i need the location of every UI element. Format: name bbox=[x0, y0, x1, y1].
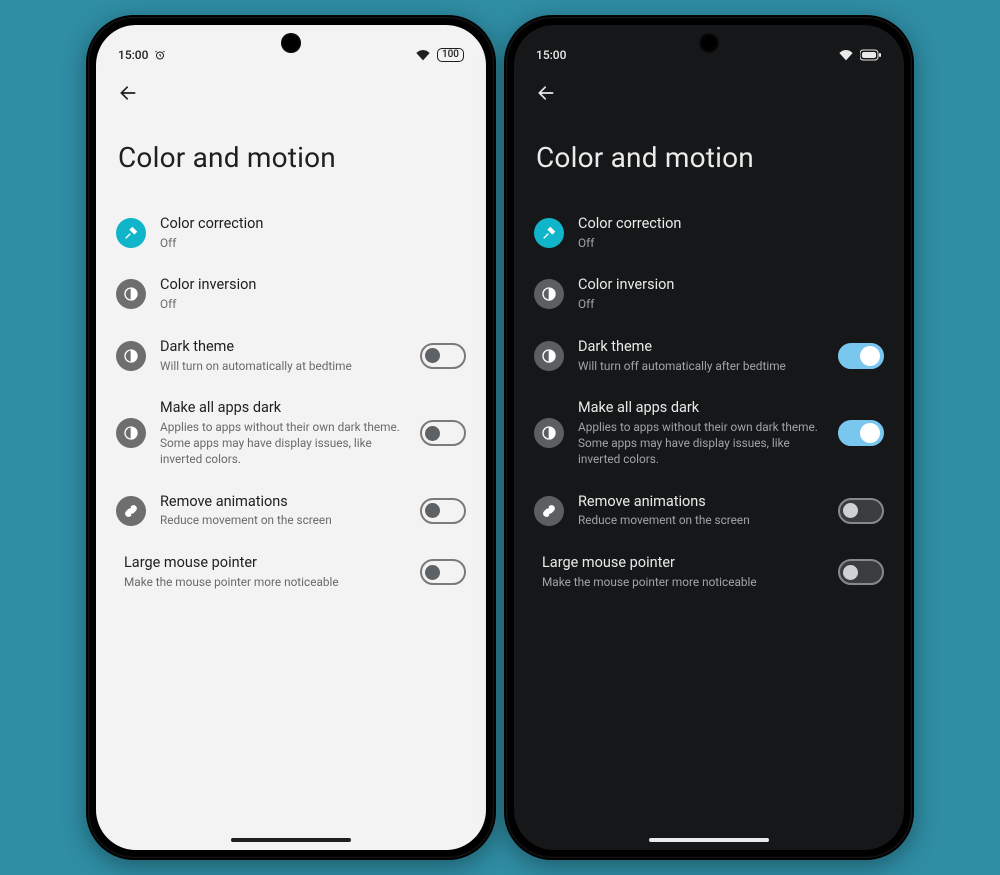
phone-dark: 15:00 Color and motion bbox=[504, 15, 914, 860]
row-make-all-apps-dark[interactable]: Make all apps dark Applies to apps witho… bbox=[104, 386, 478, 479]
wifi-icon bbox=[838, 49, 854, 61]
eyedropper-icon bbox=[534, 218, 564, 248]
row-title: Remove animations bbox=[578, 492, 824, 512]
row-subtitle: Reduce movement on the screen bbox=[578, 513, 824, 529]
row-subtitle: Reduce movement on the screen bbox=[160, 513, 406, 529]
row-subtitle: Will turn off automatically after bedtim… bbox=[578, 359, 824, 375]
page-title: Color and motion bbox=[514, 115, 904, 202]
row-subtitle: Will turn on automatically at bedtime bbox=[160, 359, 406, 375]
row-make-all-apps-dark[interactable]: Make all apps dark Applies to apps witho… bbox=[522, 386, 896, 479]
eyedropper-icon bbox=[116, 218, 146, 248]
screen-dark: 15:00 Color and motion bbox=[514, 25, 904, 850]
row-dark-theme[interactable]: Dark theme Will turn off automatically a… bbox=[522, 325, 896, 386]
row-large-mouse-pointer[interactable]: Large mouse pointer Make the mouse point… bbox=[522, 541, 896, 602]
row-subtitle: Applies to apps without their own dark t… bbox=[160, 420, 406, 468]
row-color-correction[interactable]: Color correction Off bbox=[104, 202, 478, 263]
row-title: Large mouse pointer bbox=[124, 553, 406, 573]
large-mouse-pointer-toggle[interactable] bbox=[420, 559, 466, 585]
dark-theme-toggle[interactable] bbox=[420, 343, 466, 369]
battery-icon bbox=[860, 49, 882, 61]
settings-list: Color correction Off Color inversion Off bbox=[514, 202, 904, 603]
app-bar bbox=[514, 71, 904, 115]
row-title: Color correction bbox=[160, 214, 466, 234]
link-icon bbox=[534, 496, 564, 526]
status-time: 15:00 bbox=[536, 48, 566, 62]
row-large-mouse-pointer[interactable]: Large mouse pointer Make the mouse point… bbox=[104, 541, 478, 602]
row-remove-animations[interactable]: Remove animations Reduce movement on the… bbox=[104, 480, 478, 541]
gesture-nav-pill[interactable] bbox=[649, 838, 769, 842]
row-title: Make all apps dark bbox=[578, 398, 824, 418]
row-subtitle: Applies to apps without their own dark t… bbox=[578, 420, 824, 468]
contrast-icon bbox=[116, 279, 146, 309]
row-title: Dark theme bbox=[160, 337, 406, 357]
remove-animations-toggle[interactable] bbox=[420, 498, 466, 524]
back-button[interactable] bbox=[528, 75, 564, 111]
settings-list: Color correction Off Color inversion Off bbox=[96, 202, 486, 603]
row-color-inversion[interactable]: Color inversion Off bbox=[522, 263, 896, 324]
row-color-inversion[interactable]: Color inversion Off bbox=[104, 263, 478, 324]
row-remove-animations[interactable]: Remove animations Reduce movement on the… bbox=[522, 480, 896, 541]
gesture-nav-pill[interactable] bbox=[231, 838, 351, 842]
row-subtitle: Off bbox=[578, 236, 884, 252]
row-title: Make all apps dark bbox=[160, 398, 406, 418]
contrast-icon bbox=[116, 418, 146, 448]
make-all-apps-dark-toggle[interactable] bbox=[838, 420, 884, 446]
row-title: Color inversion bbox=[578, 275, 884, 295]
camera-cutout bbox=[699, 33, 719, 53]
row-subtitle: Off bbox=[160, 297, 466, 313]
alarm-icon bbox=[154, 49, 166, 61]
dark-theme-toggle[interactable] bbox=[838, 343, 884, 369]
battery-icon: 100 bbox=[437, 48, 464, 62]
contrast-icon bbox=[534, 341, 564, 371]
row-title: Dark theme bbox=[578, 337, 824, 357]
phone-light: 15:00 100 Color and motion bbox=[86, 15, 496, 860]
row-subtitle: Off bbox=[160, 236, 466, 252]
row-title: Remove animations bbox=[160, 492, 406, 512]
link-icon bbox=[116, 496, 146, 526]
app-bar bbox=[96, 71, 486, 115]
row-subtitle: Make the mouse pointer more noticeable bbox=[542, 575, 824, 591]
contrast-icon bbox=[534, 279, 564, 309]
row-dark-theme[interactable]: Dark theme Will turn on automatically at… bbox=[104, 325, 478, 386]
row-title: Color correction bbox=[578, 214, 884, 234]
wifi-icon bbox=[415, 49, 431, 61]
row-subtitle: Off bbox=[578, 297, 884, 313]
row-color-correction[interactable]: Color correction Off bbox=[522, 202, 896, 263]
back-button[interactable] bbox=[110, 75, 146, 111]
camera-cutout bbox=[281, 33, 301, 53]
status-time: 15:00 bbox=[118, 48, 148, 62]
row-title: Color inversion bbox=[160, 275, 466, 295]
contrast-icon bbox=[116, 341, 146, 371]
row-title: Large mouse pointer bbox=[542, 553, 824, 573]
page-title: Color and motion bbox=[96, 115, 486, 202]
screen-light: 15:00 100 Color and motion bbox=[96, 25, 486, 850]
contrast-icon bbox=[534, 418, 564, 448]
large-mouse-pointer-toggle[interactable] bbox=[838, 559, 884, 585]
make-all-apps-dark-toggle[interactable] bbox=[420, 420, 466, 446]
row-subtitle: Make the mouse pointer more noticeable bbox=[124, 575, 406, 591]
remove-animations-toggle[interactable] bbox=[838, 498, 884, 524]
